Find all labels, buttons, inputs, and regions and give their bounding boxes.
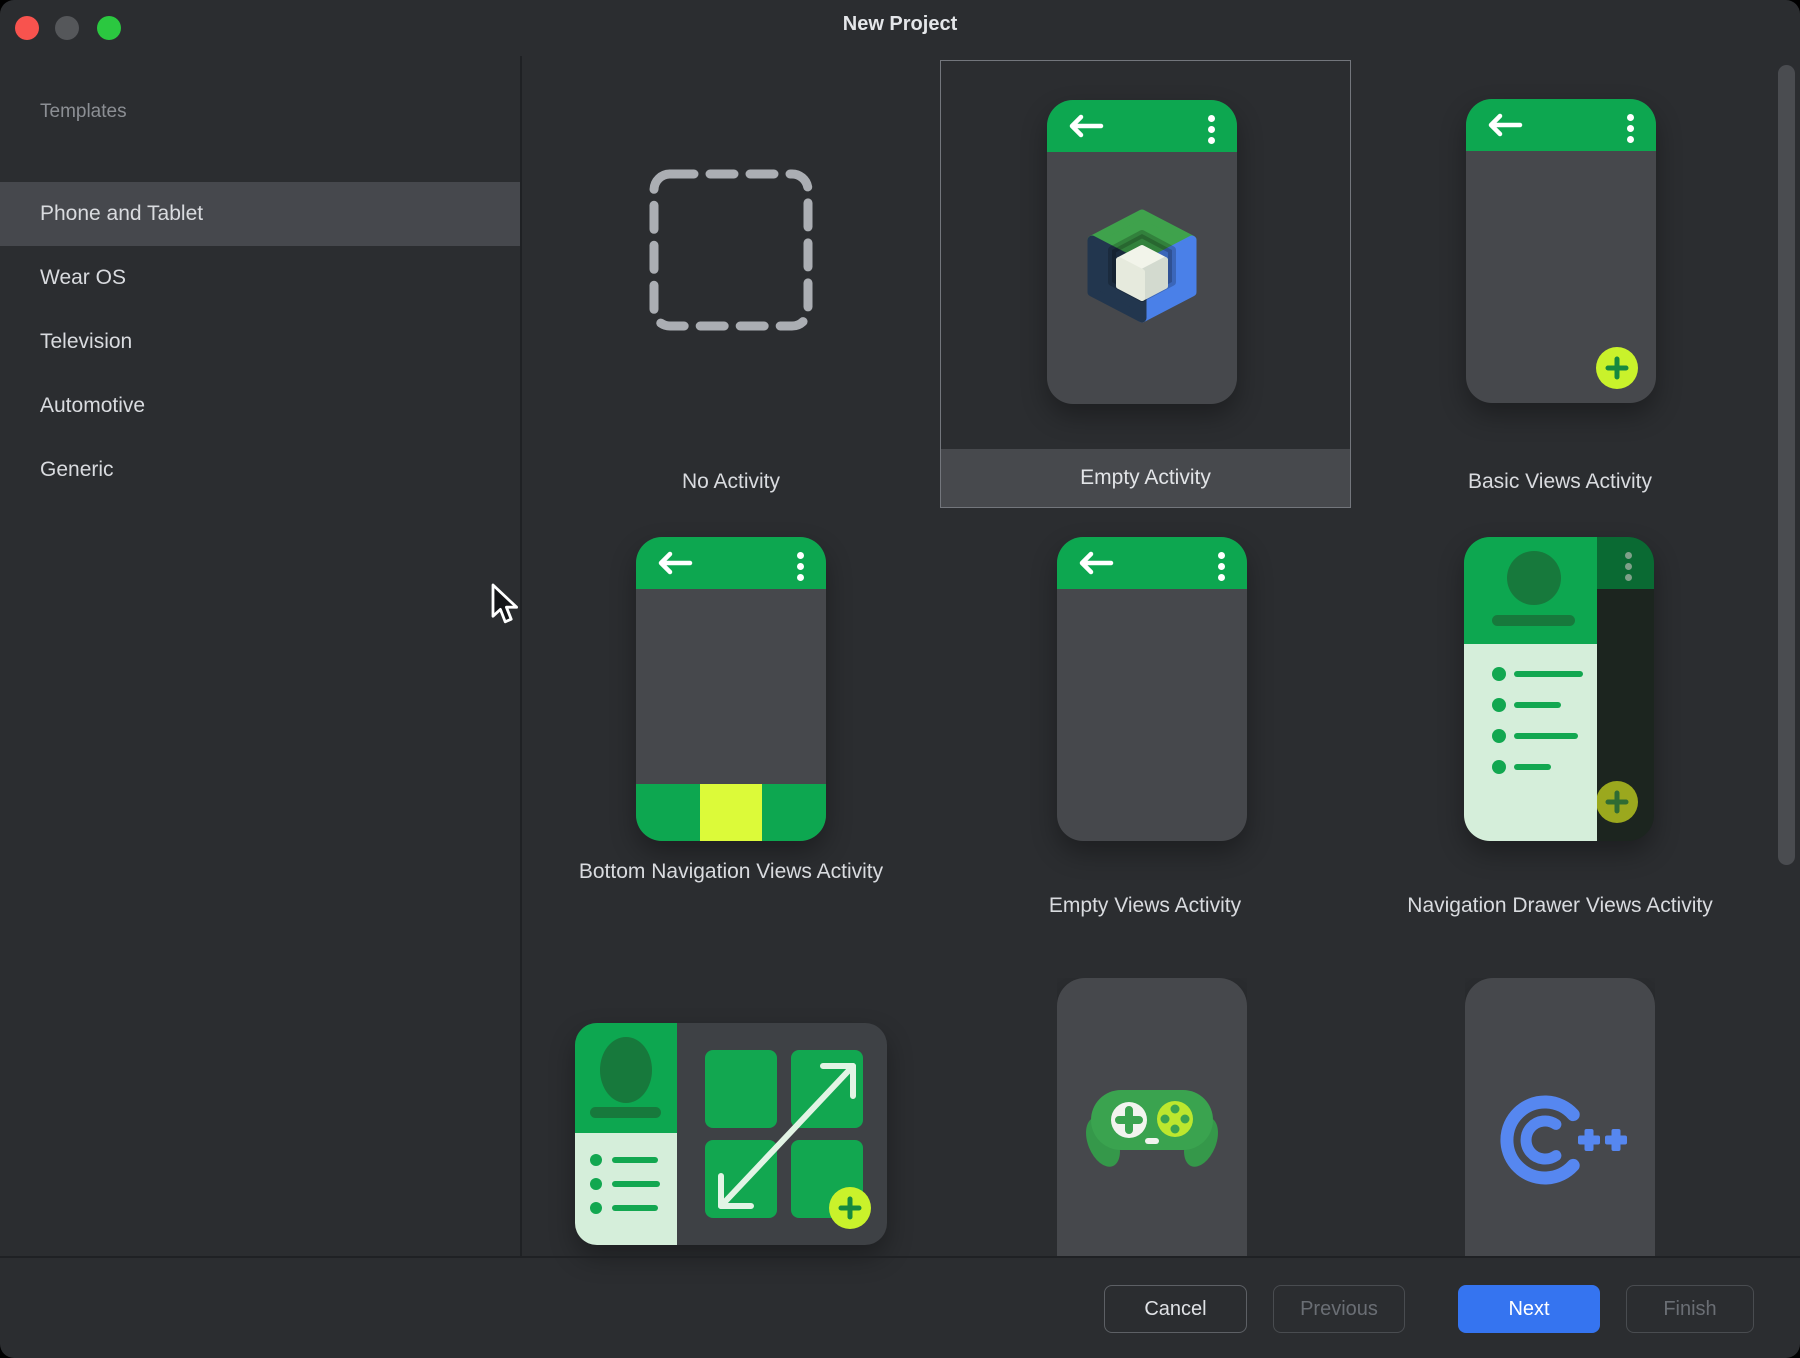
basic-views-phone-preview [1466,99,1656,403]
kebab-menu-icon [1218,552,1225,581]
template-label: No Activity [541,465,921,499]
kebab-menu-icon [1625,552,1632,581]
app-bar [636,537,826,589]
plus-fab-icon [1596,347,1638,389]
bottom-nav-bar [636,784,826,841]
back-arrow-icon [654,551,694,575]
template-card-empty-views-activity[interactable]: Empty Views Activity [945,537,1345,957]
template-label: Bottom Navigation Views Activity [561,855,901,889]
sidebar-item-phone-and-tablet[interactable]: Phone and Tablet [0,182,520,246]
back-arrow-icon [1065,114,1105,138]
nav-drawer-icon [1464,537,1597,841]
template-card-native-cpp[interactable] [1465,978,1655,1256]
empty-activity-phone-preview [1047,100,1237,404]
compose-cube-icon [1080,206,1204,324]
kebab-menu-icon [1208,115,1215,144]
arrow-cursor-icon [490,583,522,627]
template-card-no-activity[interactable]: No Activity [541,60,921,508]
template-label: Empty Activity [941,449,1350,507]
bottom-nav-phone-preview [636,537,826,841]
game-phone-preview [1057,978,1247,1256]
game-controller-icon [1085,1082,1219,1174]
kebab-menu-icon [1627,114,1634,143]
sidebar-item-label: Generic [40,458,114,482]
finish-button[interactable]: Finish [1626,1285,1754,1333]
sidebar-item-label: Television [40,330,132,354]
nav-drawer-phone-preview [1464,537,1654,841]
template-label: Empty Views Activity [945,889,1345,923]
sidebar-item-label: Automotive [40,394,145,418]
back-arrow-icon [1484,113,1524,137]
kebab-menu-icon [797,552,804,581]
sidebar-divider [520,56,522,1256]
template-label: Basic Views Activity [1365,465,1755,499]
sidebar-item-label: Wear OS [40,266,126,290]
template-card-tablet-grid[interactable] [575,1023,887,1245]
dashed-frame-icon [646,166,816,334]
template-card-game[interactable] [1057,978,1247,1256]
app-bar [1047,100,1237,152]
template-card-bottom-navigation-views-activity[interactable]: Bottom Navigation Views Activity [531,537,931,957]
back-arrow-icon [1075,551,1115,575]
app-bar [1466,99,1656,151]
templates-header: Templates [40,101,127,123]
cpp-logo-icon [1495,1090,1635,1190]
plus-fab-icon [1596,781,1638,823]
sidebar-item-automotive[interactable]: Automotive [0,374,520,438]
app-bar [1057,537,1247,589]
previous-button[interactable]: Previous [1273,1285,1405,1333]
template-card-basic-views-activity[interactable]: Basic Views Activity [1365,60,1755,508]
sidebar-item-generic[interactable]: Generic [0,438,520,502]
footer-divider [0,1256,1800,1258]
template-card-navigation-drawer-views-activity[interactable]: Navigation Drawer Views Activity [1330,537,1790,957]
sidebar-item-television[interactable]: Television [0,310,520,374]
cpp-phone-preview [1465,978,1655,1256]
sidebar-item-wear-os[interactable]: Wear OS [0,246,520,310]
vertical-scrollbar[interactable] [1778,65,1795,865]
new-project-dialog: New Project Templates Phone and Tablet W… [0,0,1800,1358]
next-button[interactable]: Next [1458,1285,1600,1333]
page-title: New Project [0,13,1800,36]
cancel-button[interactable]: Cancel [1104,1285,1247,1333]
sidebar-item-label: Phone and Tablet [40,202,203,226]
empty-views-phone-preview [1057,537,1247,841]
template-label: Navigation Drawer Views Activity [1330,889,1790,923]
plus-fab-icon [829,1187,871,1229]
